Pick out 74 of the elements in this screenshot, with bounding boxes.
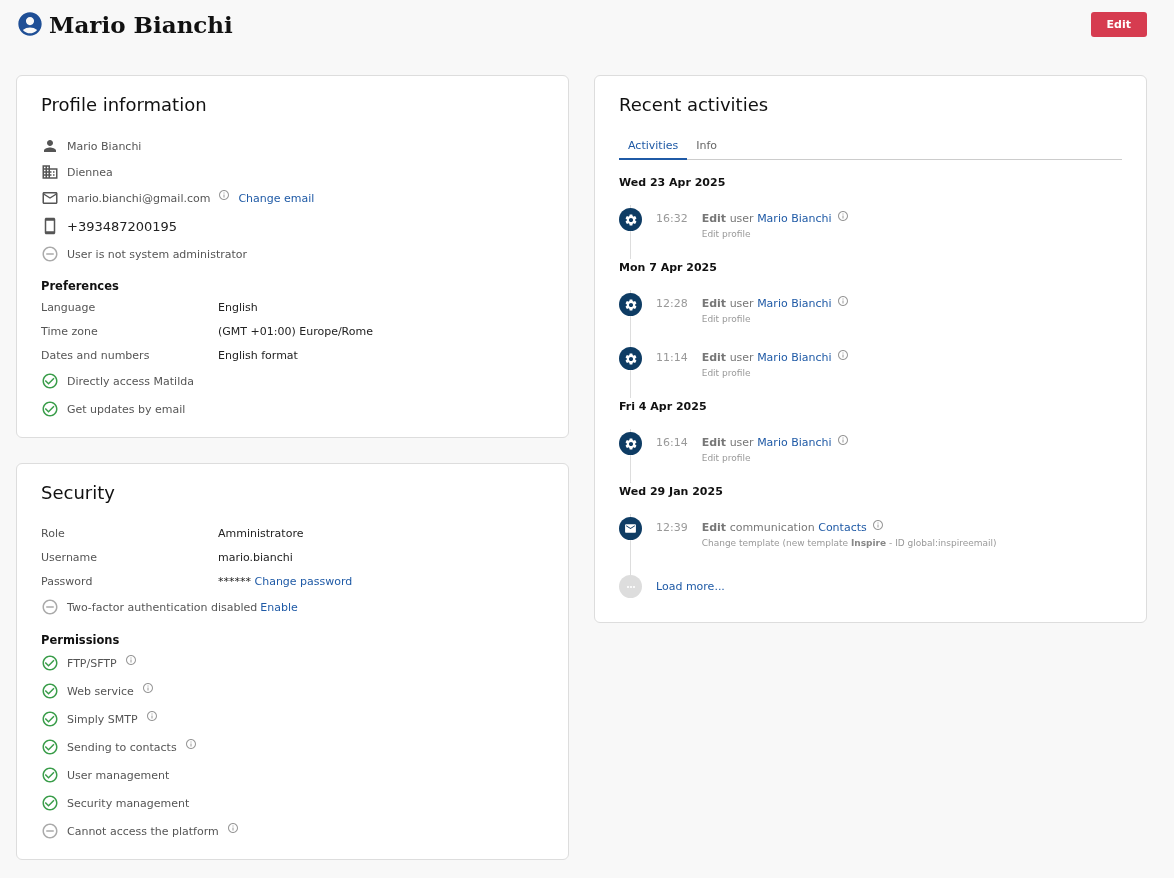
permission-label: Sending to contacts	[67, 740, 177, 754]
option-label: Directly access Matilda	[67, 374, 194, 388]
profile-text: User is not system administrator	[67, 247, 248, 261]
change-link[interactable]: Change email	[238, 191, 315, 205]
page-title: Mario Bianchi	[49, 10, 233, 38]
field-label: Password	[41, 574, 94, 588]
two-factor-status: Two-factor authentication disabled	[67, 600, 258, 614]
building-icon	[41, 163, 59, 181]
activity-time: 12:39	[656, 521, 688, 534]
field-label: Dates and numbers	[41, 348, 151, 362]
activity-detail: Change template (new template Inspire - ID global:inspireemail)	[701, 538, 997, 548]
field-value: (GMT +01:00) Europe/Rome	[218, 324, 374, 338]
settings-icon	[619, 347, 642, 370]
field-value: ******	[218, 574, 251, 588]
field-label: Role	[41, 526, 66, 540]
activity-detail: Edit profile	[701, 229, 752, 239]
info-icon	[836, 209, 849, 222]
activity-detail: Edit profile	[701, 368, 752, 378]
change-password-link[interactable]: Change password	[254, 574, 353, 588]
settings-icon	[619, 432, 642, 455]
tab[interactable]: Activities	[619, 133, 688, 160]
activity-description: Edit user Mario Bianchi	[701, 436, 832, 449]
field-label: Time zone	[41, 324, 99, 338]
activity-description: Edit communication Contacts	[701, 521, 867, 534]
field-value: mario.bianchi	[218, 550, 294, 564]
activity-link[interactable]: Mario Bianchi	[757, 212, 832, 225]
field-value: Amministratore	[218, 526, 305, 540]
section-heading: Preferences	[41, 279, 120, 293]
activity-link[interactable]: Mario Bianchi	[757, 436, 832, 449]
mail-icon	[619, 517, 642, 540]
activity-time: 16:14	[656, 436, 688, 449]
info-icon	[836, 348, 849, 361]
edit-button[interactable]: Edit	[1090, 11, 1147, 37]
tab[interactable]: Info	[687, 133, 726, 160]
permission-label: Security management	[67, 796, 190, 810]
card-title: Profile information	[41, 94, 208, 115]
enable-link[interactable]: Enable	[260, 600, 298, 614]
profile-text: Diennea	[67, 165, 113, 179]
activity-time: 11:14	[656, 351, 688, 364]
settings-icon	[619, 293, 642, 316]
activity-link[interactable]: Mario Bianchi	[757, 297, 832, 310]
activity-time: 16:32	[656, 212, 688, 225]
card-title: Security	[41, 482, 116, 503]
option-label: Get updates by email	[67, 402, 186, 416]
field-label: Language	[41, 300, 97, 314]
profile-text: +393487200195	[67, 218, 178, 234]
field-value: English	[218, 300, 259, 314]
activity-detail: Edit profile	[701, 314, 752, 324]
permission-label: Web service	[67, 684, 134, 698]
info-icon	[836, 294, 849, 307]
activity-detail: Edit profile	[701, 453, 752, 463]
mail-icon	[41, 189, 59, 207]
field-value: English format	[218, 348, 299, 362]
activity-link[interactable]: Contacts	[818, 521, 867, 534]
profile-text: mario.bianchi@gmail.com	[67, 191, 211, 205]
user-avatar-icon	[16, 10, 44, 38]
activity-description: Edit user Mario Bianchi	[701, 212, 832, 225]
activity-description: Edit user Mario Bianchi	[701, 297, 832, 310]
section-heading: Permissions	[41, 633, 121, 647]
person-icon	[41, 137, 59, 155]
permission-label: FTP/SFTP	[67, 656, 117, 670]
info-icon	[836, 433, 849, 446]
activity-time: 12:28	[656, 297, 688, 310]
permission-label: Simply SMTP	[67, 712, 138, 726]
activity-description: Edit user Mario Bianchi	[701, 351, 832, 364]
card-title: Recent activities	[619, 94, 770, 115]
activity-link[interactable]: Mario Bianchi	[757, 351, 832, 364]
info-icon	[871, 518, 884, 531]
field-label: Username	[41, 550, 99, 564]
permission-label: Cannot access the platform	[67, 824, 219, 838]
permission-label: User management	[67, 768, 170, 782]
profile-text: Mario Bianchi	[67, 139, 142, 153]
settings-icon	[619, 208, 642, 231]
load-more-link[interactable]: Load more...	[656, 580, 725, 593]
